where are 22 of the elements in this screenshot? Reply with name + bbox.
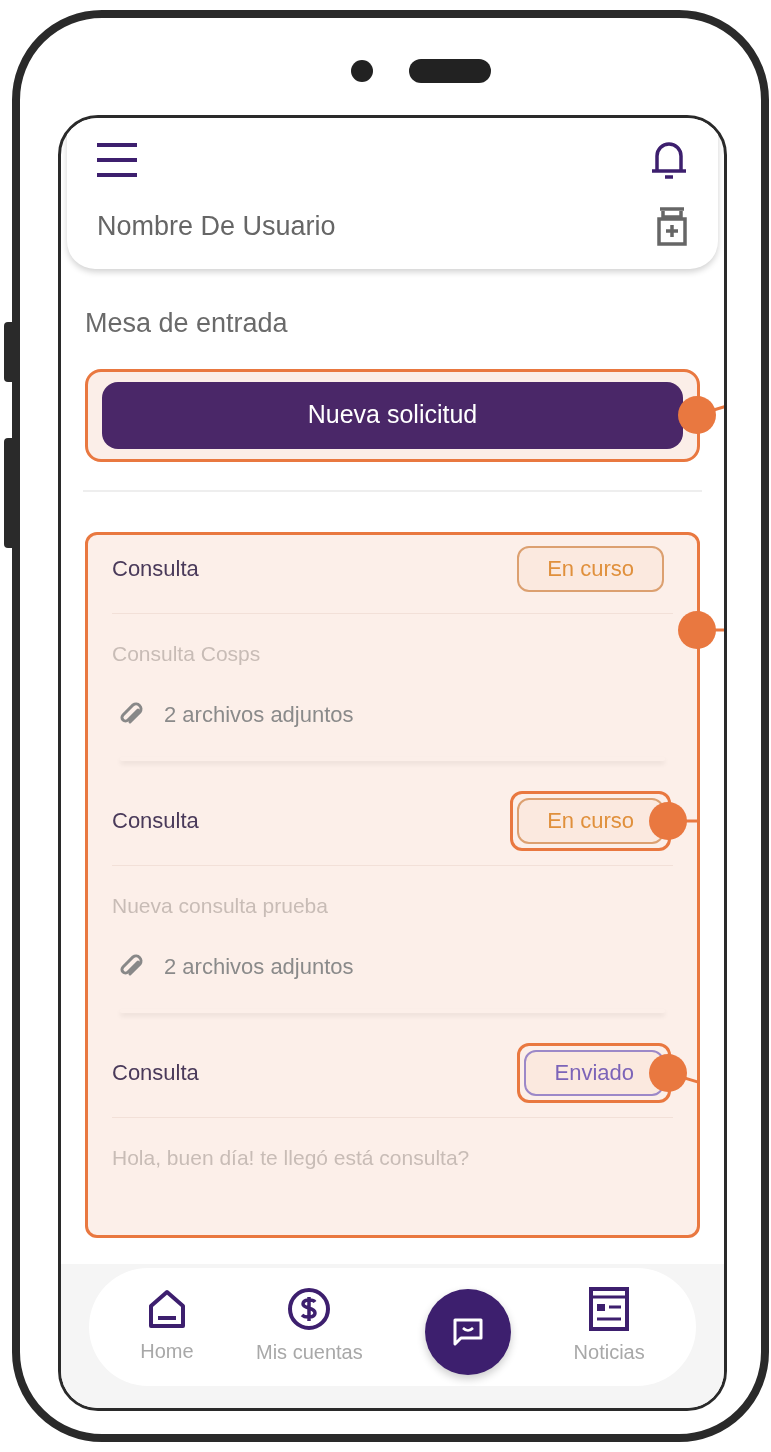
chat-bubble-icon [453,1318,484,1346]
request-title: Consulta [112,1059,199,1087]
status-badge: En curso [517,545,664,592]
nav-tab[interactable]: Home [140,1288,194,1366]
nav-tab[interactable]: Noticias [573,1287,645,1367]
attachment-count: 2 archivos adjuntos [164,700,354,729]
status-badge: En curso [517,797,664,844]
home-icon [146,1288,187,1330]
request-title: Consulta [112,555,199,583]
menu-icon[interactable] [97,142,137,178]
medicine-bottle-icon[interactable] [656,206,688,247]
nav-tab[interactable]: Mis cuentas [256,1287,363,1367]
dollar-coin-icon [287,1287,332,1331]
status-badge: Enviado [524,1049,664,1096]
attachment-count: 2 archivos adjuntos [164,952,354,981]
request-title: Consulta [112,807,199,835]
chat-fab-button[interactable] [425,1289,512,1375]
user-name: Nombre De Usuario [97,210,336,243]
new-request-button[interactable]: Nueva solicitud [102,381,683,449]
section-title: Mesa de entrada [85,306,289,339]
newspaper-icon [589,1287,630,1331]
bell-icon[interactable] [650,140,688,180]
